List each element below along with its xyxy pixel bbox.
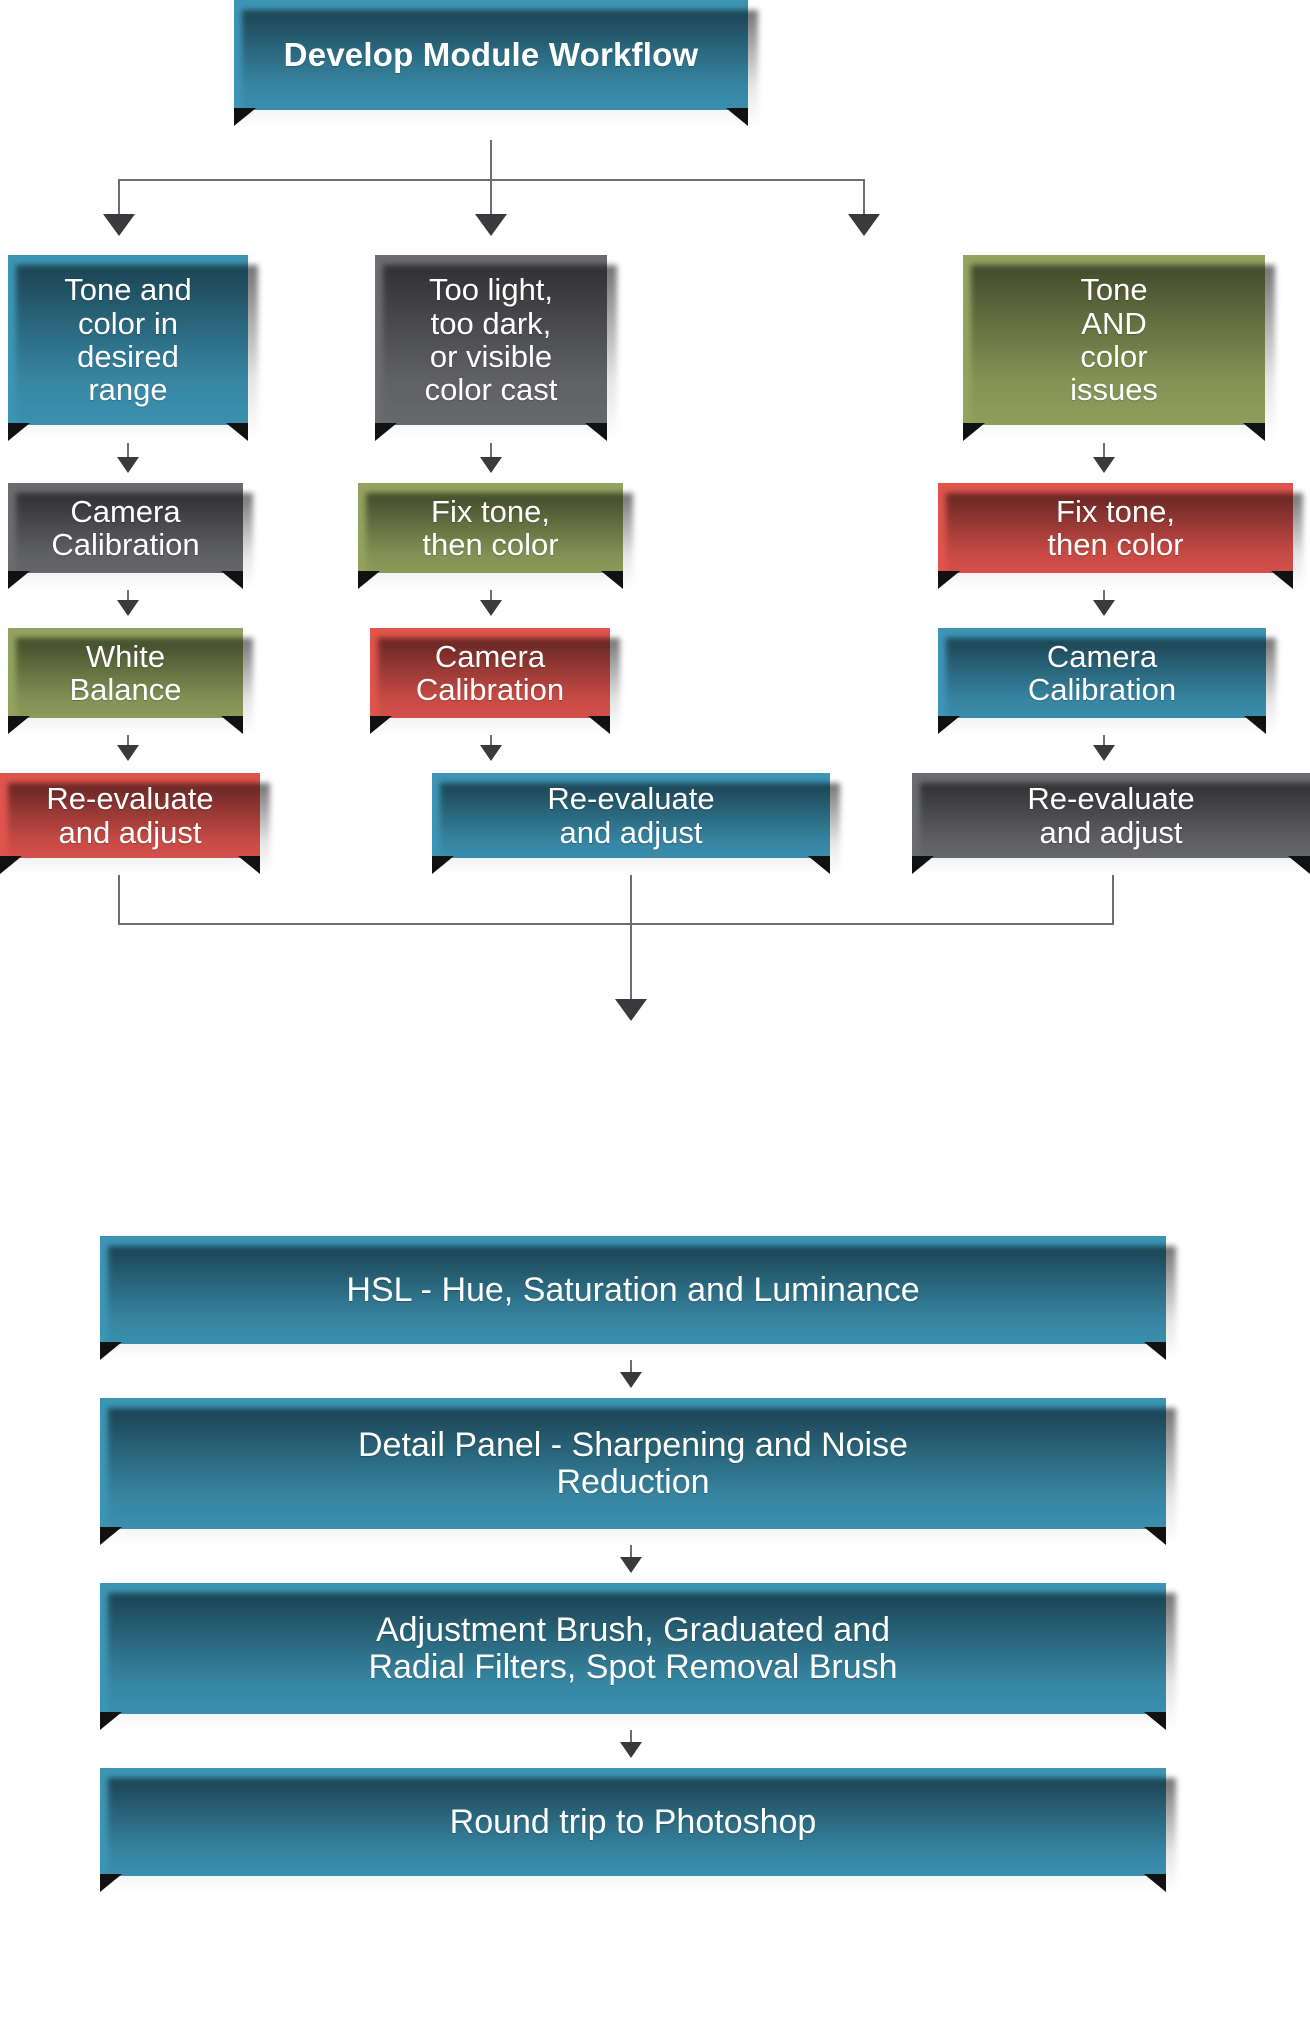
arrow-right-2-3 (1093, 600, 1115, 616)
node-right-step-4-label: Re-evaluate and adjust (1027, 781, 1195, 850)
node-right-step-4: Re-evaluate and adjust (912, 773, 1310, 874)
box-corner-wedges (370, 716, 610, 734)
box-corner-wedges (234, 108, 748, 126)
arrow-to-left-branch (103, 214, 135, 236)
connector-merge-middle (630, 875, 632, 925)
node-final-step-3-label: Adjustment Brush, Graduated and Radial F… (368, 1610, 898, 1686)
box-corner-wedges (375, 423, 607, 441)
node-middle-step-3-label: Camera Calibration (415, 638, 565, 707)
connector-merge-stem (630, 923, 632, 1000)
node-left-step-1-label: Tone and color in desired range (64, 272, 192, 408)
node-right-step-1-label: Tone AND color issues (1070, 272, 1158, 408)
box-corner-wedges (100, 1712, 1166, 1730)
arrow-to-middle-branch (475, 214, 507, 236)
node-title-label: Develop Module Workflow (283, 36, 699, 74)
node-right-step-2: Fix tone, then color (938, 483, 1293, 589)
box-corner-wedges (0, 856, 260, 874)
arrow-to-hsl (615, 999, 647, 1021)
node-final-step-2-label: Detail Panel - Sharpening and Noise Redu… (357, 1425, 908, 1501)
node-left-step-3: White Balance (8, 628, 243, 734)
flowchart-canvas: Develop Module Workflow Tone and color i… (0, 0, 1310, 2023)
node-middle-step-4-label: Re-evaluate and adjust (547, 781, 715, 850)
connector-merge-bus (118, 923, 1114, 925)
connector-branch-right (863, 179, 865, 214)
box-corner-wedges (963, 423, 1265, 441)
node-final-step-1-label: HSL - Hue, Saturation and Luminance (346, 1270, 920, 1309)
node-left-step-2-label: Camera Calibration (51, 493, 200, 562)
box-corner-wedges (100, 1527, 1166, 1545)
node-final-step-3: Adjustment Brush, Graduated and Radial F… (100, 1583, 1166, 1730)
box-corner-wedges (8, 716, 243, 734)
arrow-right-1-2 (1093, 457, 1115, 473)
node-final-step-4: Round trip to Photoshop (100, 1768, 1166, 1892)
node-left-step-3-label: White Balance (69, 638, 182, 707)
node-middle-step-2: Fix tone, then color (358, 483, 623, 589)
arrow-left-1-2 (117, 457, 139, 473)
node-middle-step-1-label: Too light, too dark, or visible color ca… (424, 272, 558, 408)
box-corner-wedges (938, 571, 1293, 589)
node-middle-step-4: Re-evaluate and adjust (432, 773, 830, 874)
node-middle-step-1: Too light, too dark, or visible color ca… (375, 255, 607, 441)
arrow-middle-2-3 (480, 600, 502, 616)
box-corner-wedges (432, 856, 830, 874)
connector-title-stem (490, 140, 492, 180)
arrow-left-2-3 (117, 600, 139, 616)
box-corner-wedges (912, 856, 1310, 874)
connector-merge-left (118, 875, 120, 925)
node-left-step-4: Re-evaluate and adjust (0, 773, 260, 874)
node-final-step-4-label: Round trip to Photoshop (449, 1802, 817, 1841)
node-final-step-1: HSL - Hue, Saturation and Luminance (100, 1236, 1166, 1360)
box-corner-wedges (358, 571, 623, 589)
arrow-to-right-branch (848, 214, 880, 236)
arrow-middle-1-2 (480, 457, 502, 473)
arrow-right-3-4 (1093, 745, 1115, 761)
arrow-final-1-2 (620, 1372, 642, 1388)
node-left-step-1: Tone and color in desired range (8, 255, 248, 441)
node-left-step-2: Camera Calibration (8, 483, 243, 589)
node-left-step-4-label: Re-evaluate and adjust (46, 781, 214, 850)
node-right-step-3-label: Camera Calibration (1027, 638, 1177, 707)
node-title: Develop Module Workflow (234, 0, 748, 126)
arrow-final-2-3 (620, 1557, 642, 1573)
box-corner-wedges (8, 423, 248, 441)
box-corner-wedges (100, 1874, 1166, 1892)
box-corner-wedges (8, 571, 243, 589)
connector-branch-middle (490, 179, 492, 214)
connector-merge-right (1112, 875, 1114, 925)
node-right-step-2-label: Fix tone, then color (1047, 493, 1184, 562)
node-right-step-3: Camera Calibration (938, 628, 1266, 734)
box-corner-wedges (938, 716, 1266, 734)
arrow-left-3-4 (117, 745, 139, 761)
node-final-step-2: Detail Panel - Sharpening and Noise Redu… (100, 1398, 1166, 1545)
box-corner-wedges (100, 1342, 1166, 1360)
node-middle-step-3: Camera Calibration (370, 628, 610, 734)
node-middle-step-2-label: Fix tone, then color (422, 493, 559, 562)
arrow-middle-3-4 (480, 745, 502, 761)
node-right-step-1: Tone AND color issues (963, 255, 1265, 441)
connector-branch-left (118, 179, 120, 214)
arrow-final-3-4 (620, 1742, 642, 1758)
